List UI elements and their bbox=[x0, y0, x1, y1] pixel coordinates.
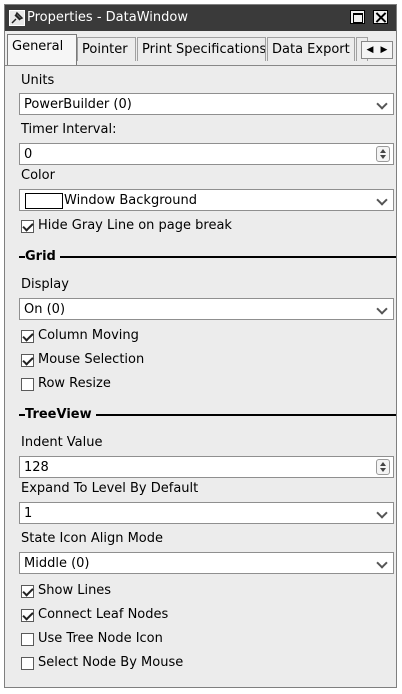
timer-interval-value: 0 bbox=[24, 147, 33, 162]
color-value: Window Background bbox=[64, 193, 197, 208]
select-node-by-mouse-label: Select Node By Mouse bbox=[38, 655, 184, 670]
display-value: On (0) bbox=[24, 302, 66, 317]
connect-leaf-nodes-label: Connect Leaf Nodes bbox=[38, 607, 169, 622]
color-label: Color bbox=[21, 168, 55, 183]
chevron-down-icon[interactable] bbox=[373, 554, 391, 572]
mouse-selection-label: Mouse Selection bbox=[38, 352, 145, 367]
chevron-left-icon[interactable]: ◀ bbox=[363, 42, 377, 58]
tab-data-export[interactable]: Data Export bbox=[267, 37, 355, 61]
grid-section-title: Grid bbox=[25, 249, 60, 264]
spinner-arrows-icon[interactable] bbox=[376, 459, 390, 475]
chevron-down-icon[interactable] bbox=[373, 191, 391, 209]
units-value: PowerBuilder (0) bbox=[24, 97, 132, 112]
tab-pointer[interactable]: Pointer bbox=[77, 37, 136, 61]
tab-strip: General Pointer Print Specifications Dat… bbox=[5, 31, 396, 66]
checkbox-checked-icon[interactable] bbox=[21, 220, 34, 233]
title-bar[interactable]: Properties - DataWindow bbox=[5, 5, 396, 31]
expand-level-label: Expand To Level By Default bbox=[21, 481, 199, 496]
state-icon-align-dropdown[interactable]: Middle (0) bbox=[19, 552, 394, 574]
chevron-down-icon[interactable] bbox=[373, 95, 391, 113]
restore-icon[interactable] bbox=[350, 10, 365, 24]
section-divider bbox=[19, 256, 396, 258]
chevron-down-icon[interactable] bbox=[373, 504, 391, 522]
window-title: Properties - DataWindow bbox=[27, 10, 188, 25]
column-moving-label: Column Moving bbox=[38, 328, 139, 343]
chevron-right-icon[interactable]: ▶ bbox=[377, 42, 391, 58]
units-dropdown[interactable]: PowerBuilder (0) bbox=[19, 93, 394, 115]
checkbox-unchecked-icon[interactable] bbox=[21, 378, 34, 391]
properties-panel: Properties - DataWindow General Pointer … bbox=[4, 4, 397, 688]
color-dropdown[interactable]: Window Background bbox=[19, 189, 394, 211]
state-icon-align-label: State Icon Align Mode bbox=[21, 531, 164, 546]
tab-print-specifications[interactable]: Print Specifications bbox=[137, 37, 266, 61]
treeview-section-header: TreeView bbox=[19, 407, 396, 423]
checkbox-checked-icon[interactable] bbox=[21, 354, 34, 367]
grid-section-header: Grid bbox=[19, 249, 396, 265]
timer-interval-spinner[interactable]: 0 bbox=[19, 143, 394, 165]
indent-value: 128 bbox=[24, 460, 49, 475]
units-label: Units bbox=[21, 73, 55, 88]
checkbox-checked-icon[interactable] bbox=[21, 330, 34, 343]
row-resize-label: Row Resize bbox=[38, 376, 111, 391]
spinner-arrows-icon[interactable] bbox=[376, 146, 390, 162]
close-icon[interactable] bbox=[373, 10, 388, 24]
tab-general[interactable]: General bbox=[7, 34, 77, 65]
pushpin-icon[interactable] bbox=[9, 10, 25, 26]
checkbox-checked-icon[interactable] bbox=[21, 585, 34, 598]
expand-level-dropdown[interactable]: 1 bbox=[19, 502, 394, 524]
indent-value-spinner[interactable]: 128 bbox=[19, 456, 394, 478]
timer-interval-label: Timer Interval: bbox=[21, 122, 117, 137]
display-dropdown[interactable]: On (0) bbox=[19, 298, 394, 320]
checkbox-unchecked-icon[interactable] bbox=[21, 657, 34, 670]
chevron-down-icon[interactable] bbox=[373, 300, 391, 318]
hide-gray-line-label: Hide Gray Line on page break bbox=[38, 218, 232, 233]
use-tree-node-icon-label: Use Tree Node Icon bbox=[38, 631, 163, 646]
state-icon-align-value: Middle (0) bbox=[24, 556, 90, 571]
expand-level-value: 1 bbox=[24, 506, 33, 521]
tab-scroll-control[interactable]: ◀ ▶ bbox=[361, 41, 393, 59]
display-label: Display bbox=[21, 277, 69, 292]
checkbox-unchecked-icon[interactable] bbox=[21, 633, 34, 646]
checkbox-checked-icon[interactable] bbox=[21, 609, 34, 622]
color-swatch bbox=[25, 193, 63, 209]
indent-value-label: Indent Value bbox=[21, 435, 103, 450]
treeview-section-title: TreeView bbox=[25, 407, 96, 422]
show-lines-label: Show Lines bbox=[38, 583, 112, 598]
